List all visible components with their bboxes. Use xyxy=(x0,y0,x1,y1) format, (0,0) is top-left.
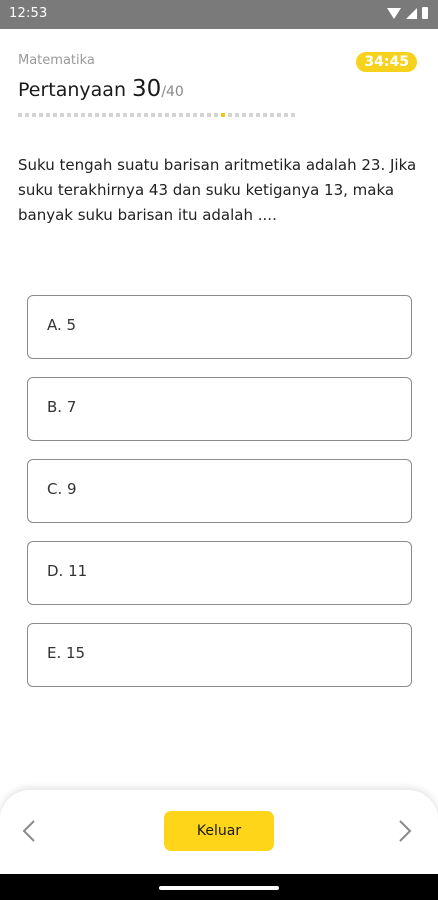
progress-dot xyxy=(235,113,239,117)
option-c[interactable]: C. 9 xyxy=(27,459,412,523)
option-a[interactable]: A. 5 xyxy=(27,295,412,359)
progress-dot xyxy=(256,113,260,117)
previous-button[interactable] xyxy=(18,816,40,846)
status-icons xyxy=(387,7,428,19)
chevron-left-icon xyxy=(22,820,35,842)
progress-dot xyxy=(263,113,267,117)
progress-dot xyxy=(46,113,50,117)
progress-dot xyxy=(193,113,197,117)
progress-dot xyxy=(207,113,211,117)
chevron-right-icon xyxy=(399,820,412,842)
progress-dot xyxy=(277,113,281,117)
progress-dot xyxy=(81,113,85,117)
progress-dot xyxy=(109,113,113,117)
progress-dot xyxy=(102,113,106,117)
signal-icon xyxy=(406,7,417,19)
option-label: E. 15 xyxy=(47,644,86,662)
progress-dot xyxy=(74,113,78,117)
progress-dot xyxy=(165,113,169,117)
status-time: 12:53 xyxy=(9,6,48,21)
option-b[interactable]: B. 7 xyxy=(27,377,412,441)
progress-dot xyxy=(137,113,141,117)
status-bar: 12:53 xyxy=(0,0,438,29)
progress-dot xyxy=(284,113,288,117)
progress-dot xyxy=(60,113,64,117)
progress-dot xyxy=(270,113,274,117)
progress-dot xyxy=(144,113,148,117)
question-progress xyxy=(18,113,295,117)
progress-dot xyxy=(172,113,176,117)
progress-dot xyxy=(116,113,120,117)
option-label: D. 11 xyxy=(47,562,88,580)
progress-dot xyxy=(88,113,92,117)
question-text: Suku tengah suatu barisan aritmetika ada… xyxy=(18,156,417,224)
exit-button[interactable]: Keluar xyxy=(164,811,274,851)
progress-dot xyxy=(32,113,36,117)
progress-dot xyxy=(25,113,29,117)
progress-dot xyxy=(186,113,190,117)
option-label: B. 7 xyxy=(47,398,77,416)
progress-dot xyxy=(221,113,225,117)
home-handle[interactable] xyxy=(159,886,279,890)
question-title-prefix: Pertanyaan xyxy=(18,79,133,101)
progress-dot xyxy=(130,113,134,117)
progress-dot xyxy=(214,113,218,117)
system-nav-bar xyxy=(0,874,438,900)
progress-dot xyxy=(228,113,232,117)
progress-dot xyxy=(95,113,99,117)
progress-dot xyxy=(53,113,57,117)
question-title: Pertanyaan 30/40 xyxy=(18,76,184,102)
progress-dot xyxy=(123,113,127,117)
question-total: /40 xyxy=(161,84,184,100)
battery-icon xyxy=(422,7,428,19)
progress-dot xyxy=(39,113,43,117)
progress-dot xyxy=(158,113,162,117)
next-button[interactable] xyxy=(394,816,416,846)
option-label: A. 5 xyxy=(47,316,77,334)
progress-dot xyxy=(151,113,155,117)
option-e[interactable]: E. 15 xyxy=(27,623,412,687)
wifi-icon xyxy=(387,7,401,19)
progress-dot xyxy=(18,113,22,117)
progress-dot xyxy=(242,113,246,117)
timer-badge: 34:45 xyxy=(356,52,417,72)
question-number: 30 xyxy=(132,76,162,102)
bottom-navigation: Keluar xyxy=(0,790,438,874)
option-d[interactable]: D. 11 xyxy=(27,541,412,605)
subject-label: Matematika xyxy=(18,53,95,68)
progress-dot xyxy=(200,113,204,117)
option-label: C. 9 xyxy=(47,480,77,498)
progress-dot xyxy=(67,113,71,117)
progress-dot xyxy=(179,113,183,117)
progress-dot xyxy=(291,113,295,117)
progress-dot xyxy=(249,113,253,117)
